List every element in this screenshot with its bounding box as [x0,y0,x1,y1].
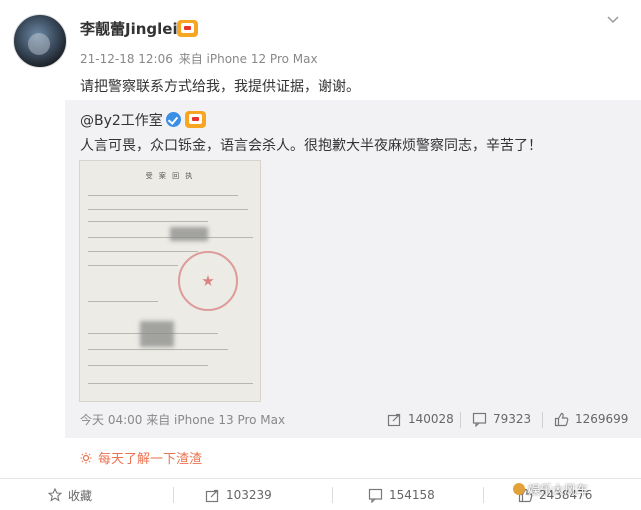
repost-author[interactable]: @By2工作室 [80,110,163,130]
divider [542,412,543,428]
promo-link[interactable]: 每天了解一下渣渣 [80,448,202,467]
member-badge-icon[interactable] [177,20,198,37]
official-stamp [178,251,238,311]
divider [460,412,461,428]
repost-meta: 今天 04:00 来自 iPhone 13 Pro Max [80,411,285,428]
repost-card: @By2工作室 人言可畏，众口铄金，语言会杀人。很抱歉大半夜麻烦警察同志，辛苦了… [65,100,641,438]
document-line [88,251,198,252]
comment-icon [472,412,487,427]
star-icon [48,488,62,502]
repost-button[interactable]: 103239 [205,479,272,510]
repost-count: 103239 [226,488,272,502]
member-badge-icon[interactable] [185,111,206,128]
document-line [88,265,178,266]
watermark-logo-icon [513,483,525,495]
repost-comment-count[interactable]: 79323 [472,409,531,429]
divider [173,487,174,503]
share-icon [205,489,219,502]
post-source: 来自 iPhone 12 Pro Max [178,52,318,66]
thumbs-up-icon [554,412,569,426]
comment-count: 79323 [493,412,532,426]
redacted-area [140,321,174,347]
avatar[interactable] [13,14,67,68]
document-title: 受 案 回 执 [145,172,195,180]
share-icon [387,413,401,426]
redacted-area [170,227,208,241]
post-time[interactable]: 21-12-18 12:06 [80,52,173,66]
watermark-text: 娱乐大风车 [528,483,589,497]
forward-count: 140028 [408,412,454,426]
favorite-label: 收藏 [68,488,93,503]
document-line [88,209,248,210]
username[interactable]: 李靓蕾Jinglei [80,18,178,39]
comment-button[interactable]: 154158 [368,479,435,510]
document-line [88,365,208,366]
police-receipt-image[interactable]: 受 案 回 执 [79,160,261,402]
favorite-button[interactable]: 收藏 [48,479,92,510]
verified-icon [166,112,181,127]
divider [483,487,484,503]
post-text: 请把警察联系方式给我，我提供证据，谢谢。 [80,79,360,95]
post-meta: 21-12-18 12:06 来自 iPhone 12 Pro Max [80,50,320,67]
repost-text: 人言可畏，众口铄金，语言会杀人。很抱歉大半夜麻烦警察同志，辛苦了！ [80,138,542,154]
document-line [88,383,253,384]
post-header: 李靓蕾Jinglei 21-12-18 12:06 来自 iPhone 12 P… [0,0,641,100]
divider [332,487,333,503]
repost-source: 来自 iPhone 13 Pro Max [146,413,286,427]
document-line [88,301,158,302]
promo-text: 每天了解一下渣渣 [98,452,203,467]
repost-time[interactable]: 今天 04:00 [80,413,142,427]
watermark: 娱乐大风车 [513,481,588,498]
chevron-down-icon[interactable] [606,12,620,26]
document-line [88,195,238,196]
document-line [88,349,228,350]
repost-like-count[interactable]: 1269699 [554,409,628,429]
comment-count: 154158 [389,488,435,502]
repost-forward-count[interactable]: 140028 [387,409,454,429]
sun-icon [80,452,92,464]
document-line [88,221,208,222]
like-count: 1269699 [575,412,629,426]
comment-icon [368,488,383,503]
